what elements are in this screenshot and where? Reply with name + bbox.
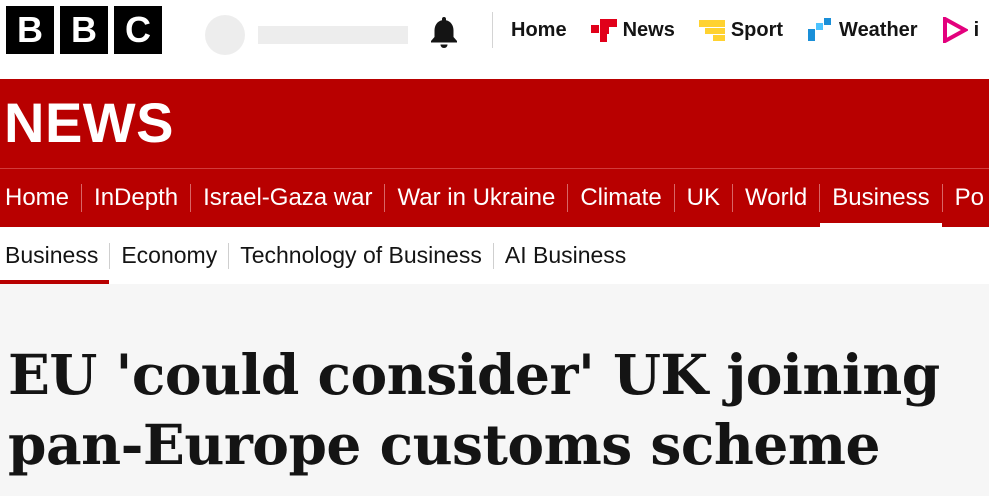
sub-nav-ai-business[interactable]: AI Business: [494, 227, 637, 284]
masthead-nav-news[interactable]: News: [590, 17, 675, 43]
section-nav-israel-gaza-war[interactable]: Israel-Gaza war: [191, 169, 384, 227]
account-name-placeholder[interactable]: [258, 26, 408, 44]
bbc-logo-letter: C: [114, 6, 162, 54]
sport-icon: [698, 20, 725, 41]
section-nav-politics[interactable]: Po: [943, 169, 989, 227]
masthead-nav-home[interactable]: Home: [511, 19, 567, 42]
masthead-nav-label: Weather: [839, 18, 918, 41]
masthead-nav-weather[interactable]: Weather: [807, 17, 918, 43]
section-nav-indepth[interactable]: InDepth: [82, 169, 190, 227]
sub-nav-business[interactable]: Business: [0, 227, 110, 284]
section-nav-home[interactable]: Home: [0, 169, 81, 227]
bbc-logo[interactable]: B B C: [6, 6, 162, 54]
notifications-bell-icon[interactable]: [424, 12, 464, 52]
weather-icon: [808, 18, 832, 41]
section-nav-world[interactable]: World: [733, 169, 819, 227]
masthead-divider: [492, 12, 493, 48]
masthead-nav-label: Home: [511, 18, 567, 41]
news-wordmark[interactable]: NEWS: [4, 95, 174, 151]
account-avatar-placeholder[interactable]: [205, 15, 245, 55]
masthead: B B C Home News Sport Weather i: [0, 0, 989, 79]
masthead-nav-label: i: [973, 18, 980, 41]
iplayer-icon: [942, 17, 968, 43]
masthead-nav-label: News: [622, 18, 675, 41]
section-nav-war-in-ukraine[interactable]: War in Ukraine: [385, 169, 567, 227]
section-nav-climate[interactable]: Climate: [568, 169, 673, 227]
section-nav-uk[interactable]: UK: [675, 169, 732, 227]
masthead-nav-sport[interactable]: Sport: [698, 17, 784, 43]
article-headline: EU 'could consider' UK joining pan-Europ…: [8, 342, 940, 477]
sub-nav-technology-of-business[interactable]: Technology of Business: [229, 227, 493, 284]
masthead-nav: Home News Sport Weather i: [511, 12, 989, 48]
sub-nav: Business Economy Technology of Business …: [0, 227, 637, 284]
news-icon: [590, 19, 617, 42]
sub-nav-economy[interactable]: Economy: [110, 227, 228, 284]
bbc-logo-letter: B: [6, 6, 54, 54]
bbc-logo-letter: B: [60, 6, 108, 54]
masthead-nav-label: Sport: [730, 18, 784, 41]
section-nav-business[interactable]: Business: [820, 169, 943, 227]
section-nav: Home InDepth Israel-Gaza war War in Ukra…: [0, 169, 989, 227]
masthead-nav-iplayer[interactable]: i: [942, 17, 980, 43]
